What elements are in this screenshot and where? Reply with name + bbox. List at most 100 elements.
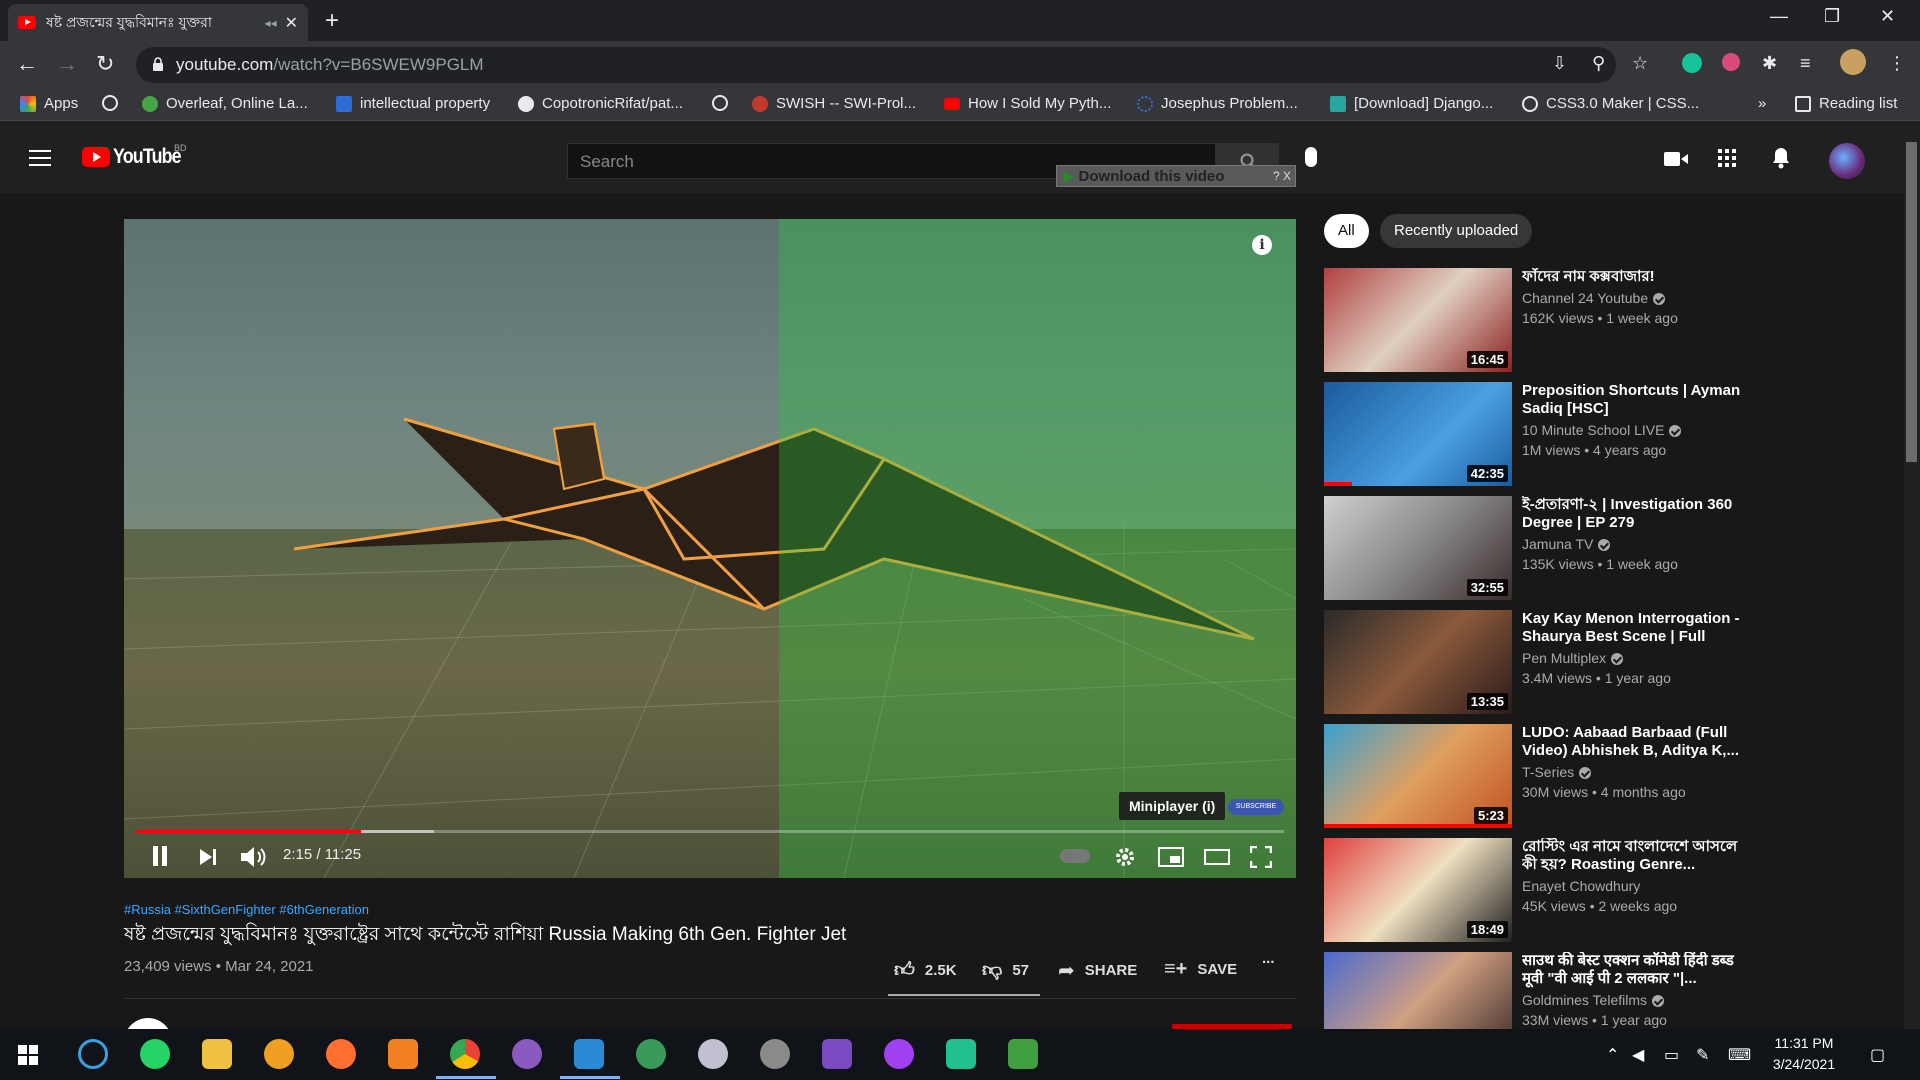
reload-icon[interactable]: ↻ <box>96 51 114 77</box>
pause-icon[interactable] <box>152 846 168 866</box>
recommended-channel[interactable]: Goldmines Telefilms <box>1522 992 1665 1008</box>
info-icon[interactable]: i <box>1252 235 1272 255</box>
video-hashtags[interactable]: #Russia #SixthGenFighter #6thGeneration <box>124 902 369 917</box>
theater-mode-icon[interactable] <box>1204 849 1230 865</box>
recommended-title[interactable]: ই-প্রতারণা-২ | Investigation 360 Degree … <box>1522 496 1752 532</box>
extension-icon[interactable] <box>1722 53 1740 71</box>
autoplay-toggle[interactable] <box>1060 849 1090 863</box>
volume-tray-icon[interactable]: ◀︎ <box>1632 1045 1644 1065</box>
recommended-video[interactable]: साउथ की बेस्ट एक्शन कॉमेडी हिंदी डब्ड मू… <box>1324 952 1744 1029</box>
paint-icon[interactable] <box>388 1039 418 1069</box>
video-thumbnail[interactable]: 13:35 <box>1324 610 1512 714</box>
pen-icon[interactable]: ✎ <box>1696 1045 1709 1065</box>
youtube-logo[interactable]: YouTube BD <box>82 143 193 169</box>
browser-tab[interactable]: ষষ্ট প্রজন্মের যুদ্ধবিমানঃ যুক্তরা ◂◂ ✕ <box>8 4 308 41</box>
recommended-channel[interactable]: Pen Multiplex <box>1522 650 1624 666</box>
bookmark-django[interactable]: [Download] Django... <box>1330 95 1493 112</box>
bookmark-globe[interactable] <box>102 95 126 111</box>
bookmark-star-icon[interactable]: ☆ <box>1632 53 1648 74</box>
grammarly-extension-icon[interactable] <box>1682 53 1702 73</box>
bookmark-youtube[interactable]: How I Sold My Pyth... <box>944 95 1111 112</box>
media-control-icon[interactable]: ≡ <box>1800 53 1811 74</box>
recommended-video[interactable]: 13:35 Kay Kay Menon Interrogation - Shau… <box>1324 610 1744 714</box>
save-button[interactable]: ≡+ SAVE <box>1164 958 1237 981</box>
zoom-icon[interactable]: ⚲ <box>1592 53 1605 74</box>
notification-center-icon[interactable]: ▢ <box>1870 1045 1885 1065</box>
keyboard-icon[interactable]: ⌨ <box>1728 1045 1751 1065</box>
bookmark-overleaf[interactable]: Overleaf, Online La... <box>142 95 308 112</box>
miniplayer-icon[interactable] <box>1158 847 1184 867</box>
photos-icon[interactable] <box>698 1039 728 1069</box>
recommended-channel[interactable]: Channel 24 Youtube <box>1522 290 1666 306</box>
video-thumbnail[interactable]: 5:23 <box>1324 724 1512 828</box>
recommended-video[interactable]: 18:49 রোস্টিং এর নামে বাংলাদেশে আসলে কী … <box>1324 838 1744 942</box>
recommended-title[interactable]: ফাঁদের নাম কক্সবাজার! <box>1522 268 1752 286</box>
whatsapp-icon[interactable] <box>140 1039 170 1069</box>
microphone-icon[interactable] <box>1305 147 1317 167</box>
forward-icon[interactable]: → <box>56 51 78 77</box>
fullscreen-icon[interactable] <box>1250 846 1272 868</box>
taskbar-clock[interactable]: 11:31 PM 3/24/2021 <box>1768 1033 1840 1075</box>
tab-close-icon[interactable]: ✕ <box>285 13 298 33</box>
like-button[interactable]: 👍︎ 2.5K <box>894 958 957 982</box>
recommended-video[interactable]: 16:45 ফাঁদের নাম কক্সবাজার! Channel 24 Y… <box>1324 268 1744 372</box>
bookmark-globe-2[interactable] <box>712 95 736 111</box>
recommended-channel[interactable]: 10 Minute School LIVE <box>1522 422 1682 438</box>
recommended-video[interactable]: 42:35 Preposition Shortcuts | Ayman Sadi… <box>1324 382 1744 486</box>
video-thumbnail[interactable]: 16:45 <box>1324 268 1512 372</box>
hamburger-menu-icon[interactable] <box>29 150 51 166</box>
install-icon[interactable]: ⇩ <box>1552 53 1567 74</box>
earth-icon[interactable] <box>636 1039 666 1069</box>
create-video-icon[interactable] <box>1664 151 1688 167</box>
video-thumbnail[interactable] <box>1324 952 1512 1029</box>
bookmark-github[interactable]: CopotronicRifat/pat... <box>518 95 683 112</box>
network-icon[interactable]: ▭ <box>1664 1045 1679 1065</box>
bookmark-josephus[interactable]: Josephus Problem... <box>1137 95 1298 112</box>
download-overlay-close[interactable]: ? X <box>1273 169 1291 183</box>
recommended-video[interactable]: 5:23 LUDO: Aabaad Barbaad (Full Video) A… <box>1324 724 1744 828</box>
download-video-overlay[interactable]: ▶ Download this video ? X <box>1056 165 1296 187</box>
visual-studio-icon[interactable] <box>822 1039 852 1069</box>
scrollbar-thumb[interactable] <box>1906 142 1917 462</box>
settings-gear-icon[interactable] <box>1114 846 1136 868</box>
video-thumbnail[interactable]: 18:49 <box>1324 838 1512 942</box>
notepad-icon[interactable] <box>1008 1039 1038 1069</box>
tray-chevron-icon[interactable]: ⌃ <box>1606 1045 1619 1065</box>
video-player[interactable]: i Miniplayer (i) SUBSCRIBE 2:15 / 11:25 <box>124 219 1296 878</box>
new-tab-button[interactable]: + <box>325 7 339 35</box>
apps-grid-icon[interactable] <box>1718 149 1736 167</box>
notifications-bell-icon[interactable] <box>1772 147 1790 169</box>
recommended-channel[interactable]: T-Series <box>1522 764 1592 780</box>
more-actions-button[interactable]: ... <box>1262 950 1275 967</box>
share-button[interactable]: ➦ SHARE <box>1058 958 1137 983</box>
video-thumbnail[interactable]: 42:35 <box>1324 382 1512 486</box>
bookmark-swish[interactable]: SWISH -- SWI-Prol... <box>752 95 916 112</box>
recommended-channel[interactable]: Enayet Chowdhury <box>1522 878 1640 894</box>
search-app-icon[interactable] <box>78 1039 108 1069</box>
pycharm-icon[interactable] <box>946 1039 976 1069</box>
github-desktop-icon[interactable] <box>512 1039 542 1069</box>
vpn-icon[interactable] <box>264 1039 294 1069</box>
recommended-title[interactable]: साउथ की बेस्ट एक्शन कॉमेडी हिंदी डब्ड मू… <box>1522 952 1744 988</box>
speaker-icon[interactable]: ◂◂ <box>265 16 277 30</box>
chip-all[interactable]: All <box>1324 214 1369 248</box>
back-icon[interactable]: ← <box>16 51 38 77</box>
bookmark-css3-maker[interactable]: CSS3.0 Maker | CSS... <box>1522 95 1699 112</box>
address-bar[interactable]: youtube.com/watch?v=B6SWEW9PGLM <box>136 47 1616 83</box>
satellite-icon[interactable] <box>760 1039 790 1069</box>
recommended-title[interactable]: Preposition Shortcuts | Ayman Sadiq [HSC… <box>1522 382 1752 418</box>
recommended-title[interactable]: Kay Kay Menon Interrogation - Shaurya Be… <box>1522 610 1752 648</box>
close-window-button[interactable]: ✕ <box>1880 6 1895 27</box>
reading-list-button[interactable]: Reading list <box>1795 95 1897 112</box>
extensions-puzzle-icon[interactable]: ✱ <box>1762 53 1777 74</box>
file-explorer-icon[interactable] <box>202 1039 232 1069</box>
bookmark-intellectual-property[interactable]: intellectual property <box>336 95 490 112</box>
menu-kebab-icon[interactable]: ⋮ <box>1888 53 1906 74</box>
volume-icon[interactable] <box>241 846 267 868</box>
firefox-icon[interactable] <box>326 1039 356 1069</box>
dislike-button[interactable]: 👎︎ 57 <box>982 958 1029 982</box>
restore-button[interactable]: ❐ <box>1824 6 1840 27</box>
chrome-icon[interactable] <box>450 1039 480 1069</box>
recommended-channel[interactable]: Jamuna TV <box>1522 536 1611 552</box>
next-icon[interactable] <box>200 849 216 865</box>
